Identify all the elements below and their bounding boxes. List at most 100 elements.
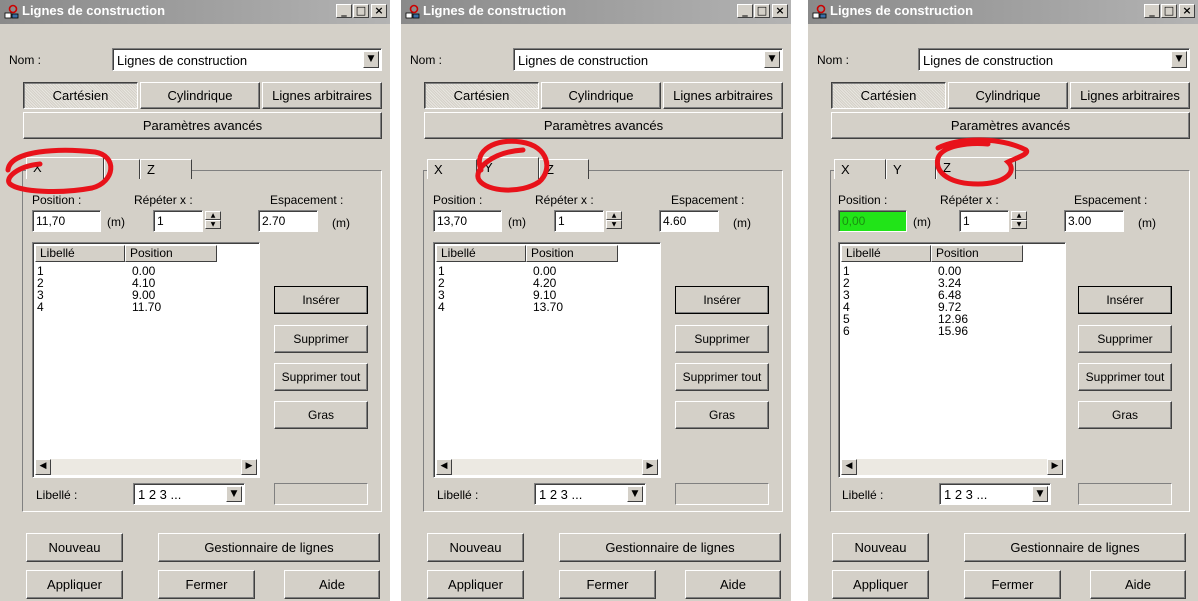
delete-all-button[interactable]: Supprimer tout	[675, 363, 769, 391]
tab-x[interactable]: X	[26, 157, 104, 179]
nom-select[interactable]: Lignes de construction ▼	[918, 48, 1190, 71]
minimize-icon[interactable]: _	[336, 4, 352, 18]
spin-down-icon[interactable]: ▼	[205, 220, 221, 229]
spacing-input[interactable]: 4.60	[659, 210, 719, 232]
advanced-params-button[interactable]: Paramètres avancés	[424, 112, 783, 139]
close-icon[interactable]: ×	[1179, 4, 1195, 18]
mode-cylindrique-button[interactable]: Cylindrique	[541, 82, 661, 109]
minimize-icon[interactable]: _	[1144, 4, 1160, 18]
position-input[interactable]: 0,00	[838, 210, 907, 232]
lines-list[interactable]: Libellé Position 1 0.00 2 4.10 3 9.00 4 11.7…	[32, 242, 260, 478]
tab-x[interactable]: X	[834, 159, 886, 179]
close-button[interactable]: Fermer	[559, 570, 656, 599]
mode-arbitraires-button[interactable]: Lignes arbitraires	[1070, 82, 1190, 109]
scroll-left-icon[interactable]: ◀	[35, 459, 51, 475]
chevron-down-icon[interactable]: ▼	[627, 486, 643, 502]
horizontal-scrollbar[interactable]: ◀ ▶	[841, 459, 1063, 475]
delete-button[interactable]: Supprimer	[675, 325, 769, 353]
horizontal-scrollbar[interactable]: ◀ ▶	[436, 459, 658, 475]
position-input[interactable]: 13,70	[433, 210, 502, 232]
mode-arbitraires-button[interactable]: Lignes arbitraires	[262, 82, 382, 109]
apply-button[interactable]: Appliquer	[427, 570, 524, 599]
chevron-down-icon[interactable]: ▼	[363, 51, 379, 68]
line-manager-button[interactable]: Gestionnaire de lignes	[964, 533, 1186, 562]
help-button[interactable]: Aide	[1090, 570, 1186, 599]
repeat-input[interactable]: 1	[554, 210, 604, 232]
title-bar[interactable]: Lignes de construction _ □ ×	[401, 0, 791, 24]
minimize-icon[interactable]: _	[737, 4, 753, 18]
mode-arbitraires-button[interactable]: Lignes arbitraires	[663, 82, 783, 109]
maximize-icon[interactable]: □	[1161, 4, 1177, 18]
position-input[interactable]: 11,70	[32, 210, 101, 232]
lines-list[interactable]: Libellé Position 1 0.00 2 3.24 3 6.48 4 9.72…	[838, 242, 1066, 478]
tab-z[interactable]: Z	[140, 159, 192, 179]
repeat-spinner[interactable]: ▲ ▼	[1011, 211, 1027, 231]
bold-button[interactable]: Gras	[274, 401, 368, 429]
close-button[interactable]: Fermer	[964, 570, 1061, 599]
apply-button[interactable]: Appliquer	[832, 570, 929, 599]
delete-all-button[interactable]: Supprimer tout	[274, 363, 368, 391]
new-button[interactable]: Nouveau	[26, 533, 123, 562]
title-bar[interactable]: Lignes de construction _ □ ×	[0, 0, 390, 24]
tab-x[interactable]: X	[427, 159, 477, 179]
insert-button[interactable]: Insérer	[1078, 286, 1172, 314]
mode-cylindrique-button[interactable]: Cylindrique	[140, 82, 260, 109]
spin-up-icon[interactable]: ▲	[205, 211, 221, 220]
repeat-input[interactable]: 1	[153, 210, 203, 232]
horizontal-scrollbar[interactable]: ◀ ▶	[35, 459, 257, 475]
tab-y[interactable]	[104, 159, 140, 179]
nom-select[interactable]: Lignes de construction ▼	[513, 48, 783, 71]
mode-cartesien-button[interactable]: Cartésien	[831, 82, 946, 109]
help-button[interactable]: Aide	[685, 570, 781, 599]
scroll-left-icon[interactable]: ◀	[841, 459, 857, 475]
mode-cylindrique-button[interactable]: Cylindrique	[948, 82, 1068, 109]
scroll-right-icon[interactable]: ▶	[241, 459, 257, 475]
close-icon[interactable]: ×	[371, 4, 387, 18]
column-header-position[interactable]: Position	[526, 245, 618, 262]
help-button[interactable]: Aide	[284, 570, 380, 599]
column-header-position[interactable]: Position	[931, 245, 1023, 262]
mode-cartesien-button[interactable]: Cartésien	[424, 82, 539, 109]
spin-up-icon[interactable]: ▲	[1011, 211, 1027, 220]
repeat-spinner[interactable]: ▲ ▼	[606, 211, 622, 231]
maximize-icon[interactable]: □	[754, 4, 770, 18]
maximize-icon[interactable]: □	[353, 4, 369, 18]
bold-button[interactable]: Gras	[675, 401, 769, 429]
column-header-libelle[interactable]: Libellé	[35, 245, 125, 262]
chevron-down-icon[interactable]: ▼	[226, 486, 242, 502]
column-header-libelle[interactable]: Libellé	[436, 245, 526, 262]
delete-button[interactable]: Supprimer	[1078, 325, 1172, 353]
lines-list[interactable]: Libellé Position 1 0.00 2 4.20 3 9.10 4 13.7…	[433, 242, 661, 478]
tab-y[interactable]: Y	[477, 157, 539, 179]
spacing-input[interactable]: 2.70	[258, 210, 318, 232]
repeat-input[interactable]: 1	[959, 210, 1009, 232]
spacing-input[interactable]: 3.00	[1064, 210, 1124, 232]
tab-z[interactable]: Z	[539, 159, 589, 179]
column-header-position[interactable]: Position	[125, 245, 217, 262]
scroll-right-icon[interactable]: ▶	[1047, 459, 1063, 475]
spin-up-icon[interactable]: ▲	[606, 211, 622, 220]
spin-down-icon[interactable]: ▼	[1011, 220, 1027, 229]
close-button[interactable]: Fermer	[158, 570, 255, 599]
insert-button[interactable]: Insérer	[675, 286, 769, 314]
libelle-select[interactable]: 1 2 3 ... ▼	[133, 483, 245, 505]
chevron-down-icon[interactable]: ▼	[764, 51, 780, 68]
tab-y[interactable]: Y	[886, 159, 936, 179]
apply-button[interactable]: Appliquer	[26, 570, 123, 599]
new-button[interactable]: Nouveau	[832, 533, 929, 562]
mode-cartesien-button[interactable]: Cartésien	[23, 82, 138, 109]
column-header-libelle[interactable]: Libellé	[841, 245, 931, 262]
chevron-down-icon[interactable]: ▼	[1171, 51, 1187, 68]
bold-button[interactable]: Gras	[1078, 401, 1172, 429]
spin-down-icon[interactable]: ▼	[606, 220, 622, 229]
line-manager-button[interactable]: Gestionnaire de lignes	[559, 533, 781, 562]
insert-button[interactable]: Insérer	[274, 286, 368, 314]
close-icon[interactable]: ×	[772, 4, 788, 18]
libelle-select[interactable]: 1 2 3 ... ▼	[939, 483, 1051, 505]
scroll-right-icon[interactable]: ▶	[642, 459, 658, 475]
delete-all-button[interactable]: Supprimer tout	[1078, 363, 1172, 391]
line-manager-button[interactable]: Gestionnaire de lignes	[158, 533, 380, 562]
chevron-down-icon[interactable]: ▼	[1032, 486, 1048, 502]
advanced-params-button[interactable]: Paramètres avancés	[831, 112, 1190, 139]
tab-z[interactable]: Z	[936, 157, 1016, 179]
